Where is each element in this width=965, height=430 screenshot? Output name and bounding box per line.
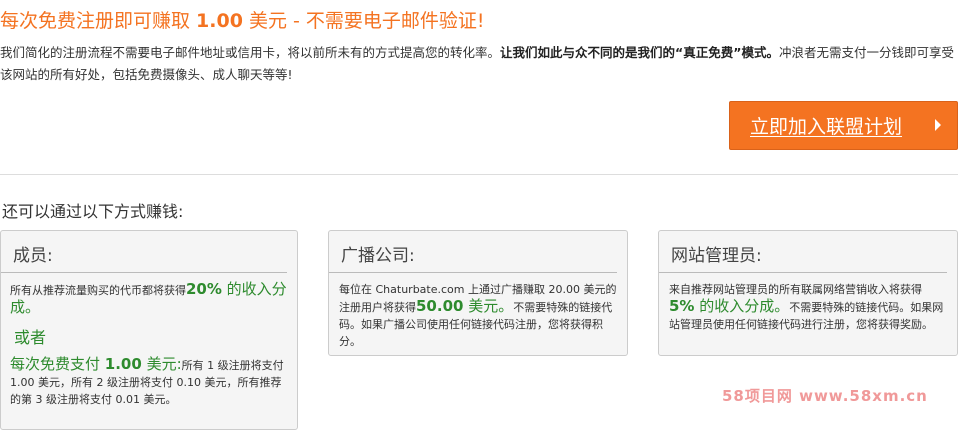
members-revshare-pre: 所有从推荐流量购买的代币都将获得: [10, 284, 186, 297]
headline-prefix: 每次免费注册即可赚取: [0, 10, 197, 32]
site-watermark: 58项目网 www.58xm.cn: [722, 387, 928, 405]
join-affiliate-label: 立即加入联盟计划: [750, 116, 903, 138]
members-card-title: 成员:: [1, 231, 287, 273]
members-payout-amount: 1.00: [104, 355, 142, 373]
webmasters-highlight: 5% 的收入分成。: [669, 297, 789, 315]
chevron-right-icon: [935, 119, 941, 131]
broadcasters-card-title: 广播公司:: [329, 231, 617, 273]
webmasters-text-post: 的收入分成。: [694, 297, 790, 315]
intro-plain-text: 我们简化的注册流程不需要电子邮件地址或信用卡，将以前所未有的方式提高您的转化率。: [0, 45, 501, 60]
page-headline: 每次免费注册即可赚取 1.00 美元 - 不需要电子邮件验证!: [0, 6, 485, 33]
broadcasters-amount: 50.00: [416, 297, 464, 315]
members-card: 成员: 所有从推荐流量购买的代币都将获得20% 的收入分成。 或者 每次免费支付…: [0, 230, 298, 430]
webmasters-card: 网站管理员: 来自推荐网站管理员的所有联属网络营销收入将获得5% 的收入分成。不…: [658, 230, 958, 356]
webmasters-card-title: 网站管理员:: [659, 231, 947, 273]
broadcasters-card: 广播公司: 每位在 Chaturbate.com 上通过广播赚取 20.00 美…: [328, 230, 628, 356]
intro-paragraph: 我们简化的注册流程不需要电子邮件地址或信用卡，将以前所未有的方式提高您的转化率。…: [0, 42, 958, 86]
broadcasters-highlight: 50.00 美元。: [416, 297, 513, 315]
members-payout-pre: 每次免费支付: [10, 355, 105, 373]
webmasters-pct: 5%: [669, 297, 695, 315]
headline-suffix: 美元 - 不需要电子邮件验证!: [242, 10, 485, 32]
members-or-text: 或者: [14, 328, 47, 347]
members-payout-text: 每次免费支付 1.00 美元:所有 1 级注册将支付 1.00 美元，所有 2 …: [10, 356, 287, 408]
members-payout-post: 美元:: [141, 355, 182, 373]
broadcasters-text-post: 美元。: [463, 297, 514, 315]
members-card-body: 所有从推荐流量购买的代币都将获得20% 的收入分成。 或者 每次免费支付 1.0…: [1, 273, 297, 408]
broadcasters-card-body: 每位在 Chaturbate.com 上通过广播赚取 20.00 美元的注册用户…: [329, 273, 627, 350]
headline-amount: 1.00: [196, 10, 243, 32]
webmasters-text-pre: 来自推荐网站管理员的所有联属网络营销收入将获得: [669, 283, 922, 296]
webmasters-card-body: 来自推荐网站管理员的所有联属网络营销收入将获得5% 的收入分成。不需要特殊的链接…: [659, 273, 957, 333]
join-affiliate-button[interactable]: 立即加入联盟计划: [729, 101, 958, 150]
section-divider: [0, 174, 958, 175]
members-payout-highlight: 每次免费支付 1.00 美元:: [10, 355, 182, 373]
earn-more-title: 还可以通过以下方式赚钱:: [2, 202, 184, 221]
intro-bold-text: 让我们如此与众不同的是我们的“真正免费”模式。: [500, 45, 779, 60]
members-revshare-text: 所有从推荐流量购买的代币都将获得20% 的收入分成。: [10, 281, 287, 317]
members-revshare-pct: 20%: [186, 280, 222, 298]
